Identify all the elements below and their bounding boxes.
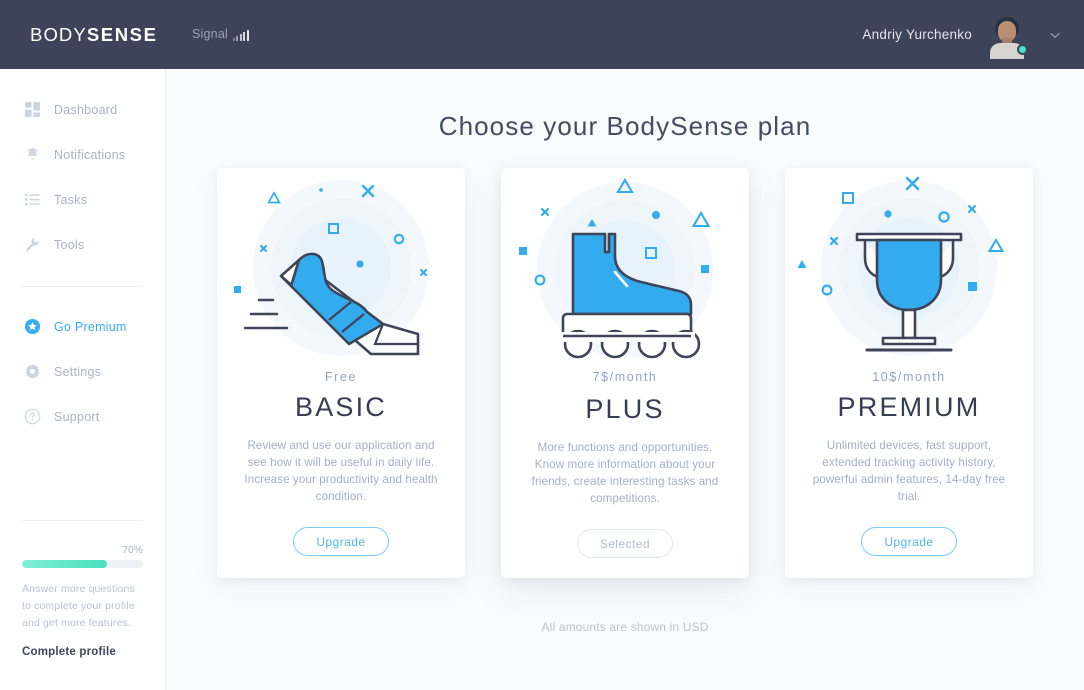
plan-description: Review and use our application and see h… [244, 439, 438, 503]
signal-label: Signal [192, 27, 228, 42]
bell-icon [23, 146, 41, 164]
brand-logo-thin: BODY [30, 23, 87, 45]
progress-bar-fill [22, 560, 107, 568]
user-name: Andriy Yurchenko [862, 27, 972, 42]
sidebar-item-label: Go Premium [54, 319, 127, 334]
signal-bars-icon [232, 29, 249, 41]
sidebar-item-tools[interactable]: Tools [0, 222, 165, 267]
app-root: BODYSENSE Signal Andriy Yurchenko Dashbo… [0, 0, 1084, 690]
top-header: BODYSENSE Signal Andriy Yurchenko [0, 0, 1084, 69]
body-area: Dashboard Notifications Tasks Tools Go P… [0, 69, 1084, 690]
brand-logo[interactable]: BODYSENSE [0, 24, 166, 46]
plan-card-list: Free BASIC Review and use our applicatio… [166, 168, 1084, 578]
sidebar-item-tasks[interactable]: Tasks [0, 177, 165, 222]
progress-bar [22, 560, 143, 568]
plan-description: Unlimited devices, fast support, extende… [812, 439, 1006, 503]
plan-selected-button[interactable]: Selected [576, 529, 674, 558]
plan-name: PLUS [585, 394, 665, 424]
sidebar-item-settings[interactable]: Settings [0, 349, 165, 394]
plan-upgrade-button[interactable]: Upgrade [861, 527, 957, 556]
sidebar: Dashboard Notifications Tasks Tools Go P… [0, 69, 166, 690]
footnote: All amounts are shown in USD [541, 620, 709, 634]
plan-price: Free [324, 370, 358, 384]
signal-indicator[interactable]: Signal [192, 28, 249, 41]
plan-upgrade-button[interactable]: Upgrade [293, 527, 389, 556]
user-menu[interactable]: Andriy Yurchenko [862, 14, 1062, 59]
sidebar-item-label: Notifications [54, 147, 126, 162]
sidebar-divider [22, 286, 143, 287]
complete-profile-link[interactable]: Complete profile [22, 646, 143, 658]
plan-price: 7$/month [592, 370, 658, 384]
help-circle-icon [23, 408, 41, 426]
progress-hint: Answer more questions to complete your p… [22, 583, 135, 629]
roller-skate-icon [501, 168, 749, 368]
sidebar-item-label: Dashboard [54, 102, 118, 117]
plan-price: 10$/month [872, 370, 946, 384]
plan-card-basic[interactable]: Free BASIC Review and use our applicatio… [217, 168, 465, 578]
plan-name: PREMIUM [837, 392, 981, 422]
status-online-dot [1017, 43, 1028, 55]
sidebar-item-label: Tools [54, 237, 85, 252]
sidebar-item-notifications[interactable]: Notifications [0, 132, 165, 177]
wrench-icon [23, 236, 41, 254]
sidebar-item-label: Settings [54, 364, 102, 379]
grid-icon [23, 101, 41, 119]
plan-description: More functions and opportunities. Know m… [531, 441, 719, 505]
star-badge-icon [23, 318, 41, 336]
sidebar-item-support[interactable]: Support [0, 394, 165, 439]
progress-percent-label: 70% [122, 545, 143, 556]
sidebar-item-label: Support [54, 409, 100, 424]
page-title: Choose your BodySense plan [438, 111, 812, 141]
list-icon [23, 191, 41, 209]
plan-name: BASIC [294, 392, 388, 422]
profile-progress-panel: 70% Answer more questions to complete yo… [0, 520, 165, 690]
chevron-down-icon[interactable] [1048, 28, 1062, 42]
sidebar-divider-bottom [22, 520, 143, 521]
sidebar-item-dashboard[interactable]: Dashboard [0, 87, 165, 132]
plan-card-premium[interactable]: 10$/month PREMIUM Unlimited devices, fas… [785, 168, 1033, 578]
gear-icon [23, 363, 41, 381]
main-content: Choose your BodySense plan Free BASIC Re… [166, 69, 1084, 690]
brand-logo-bold: SENSE [86, 23, 158, 45]
running-shoe-icon [217, 168, 465, 368]
avatar[interactable] [986, 14, 1028, 59]
trophy-icon [785, 168, 1033, 368]
sidebar-item-go-premium[interactable]: Go Premium [0, 304, 165, 349]
plan-card-plus[interactable]: 7$/month PLUS More functions and opportu… [501, 168, 749, 578]
sidebar-item-label: Tasks [54, 192, 88, 207]
